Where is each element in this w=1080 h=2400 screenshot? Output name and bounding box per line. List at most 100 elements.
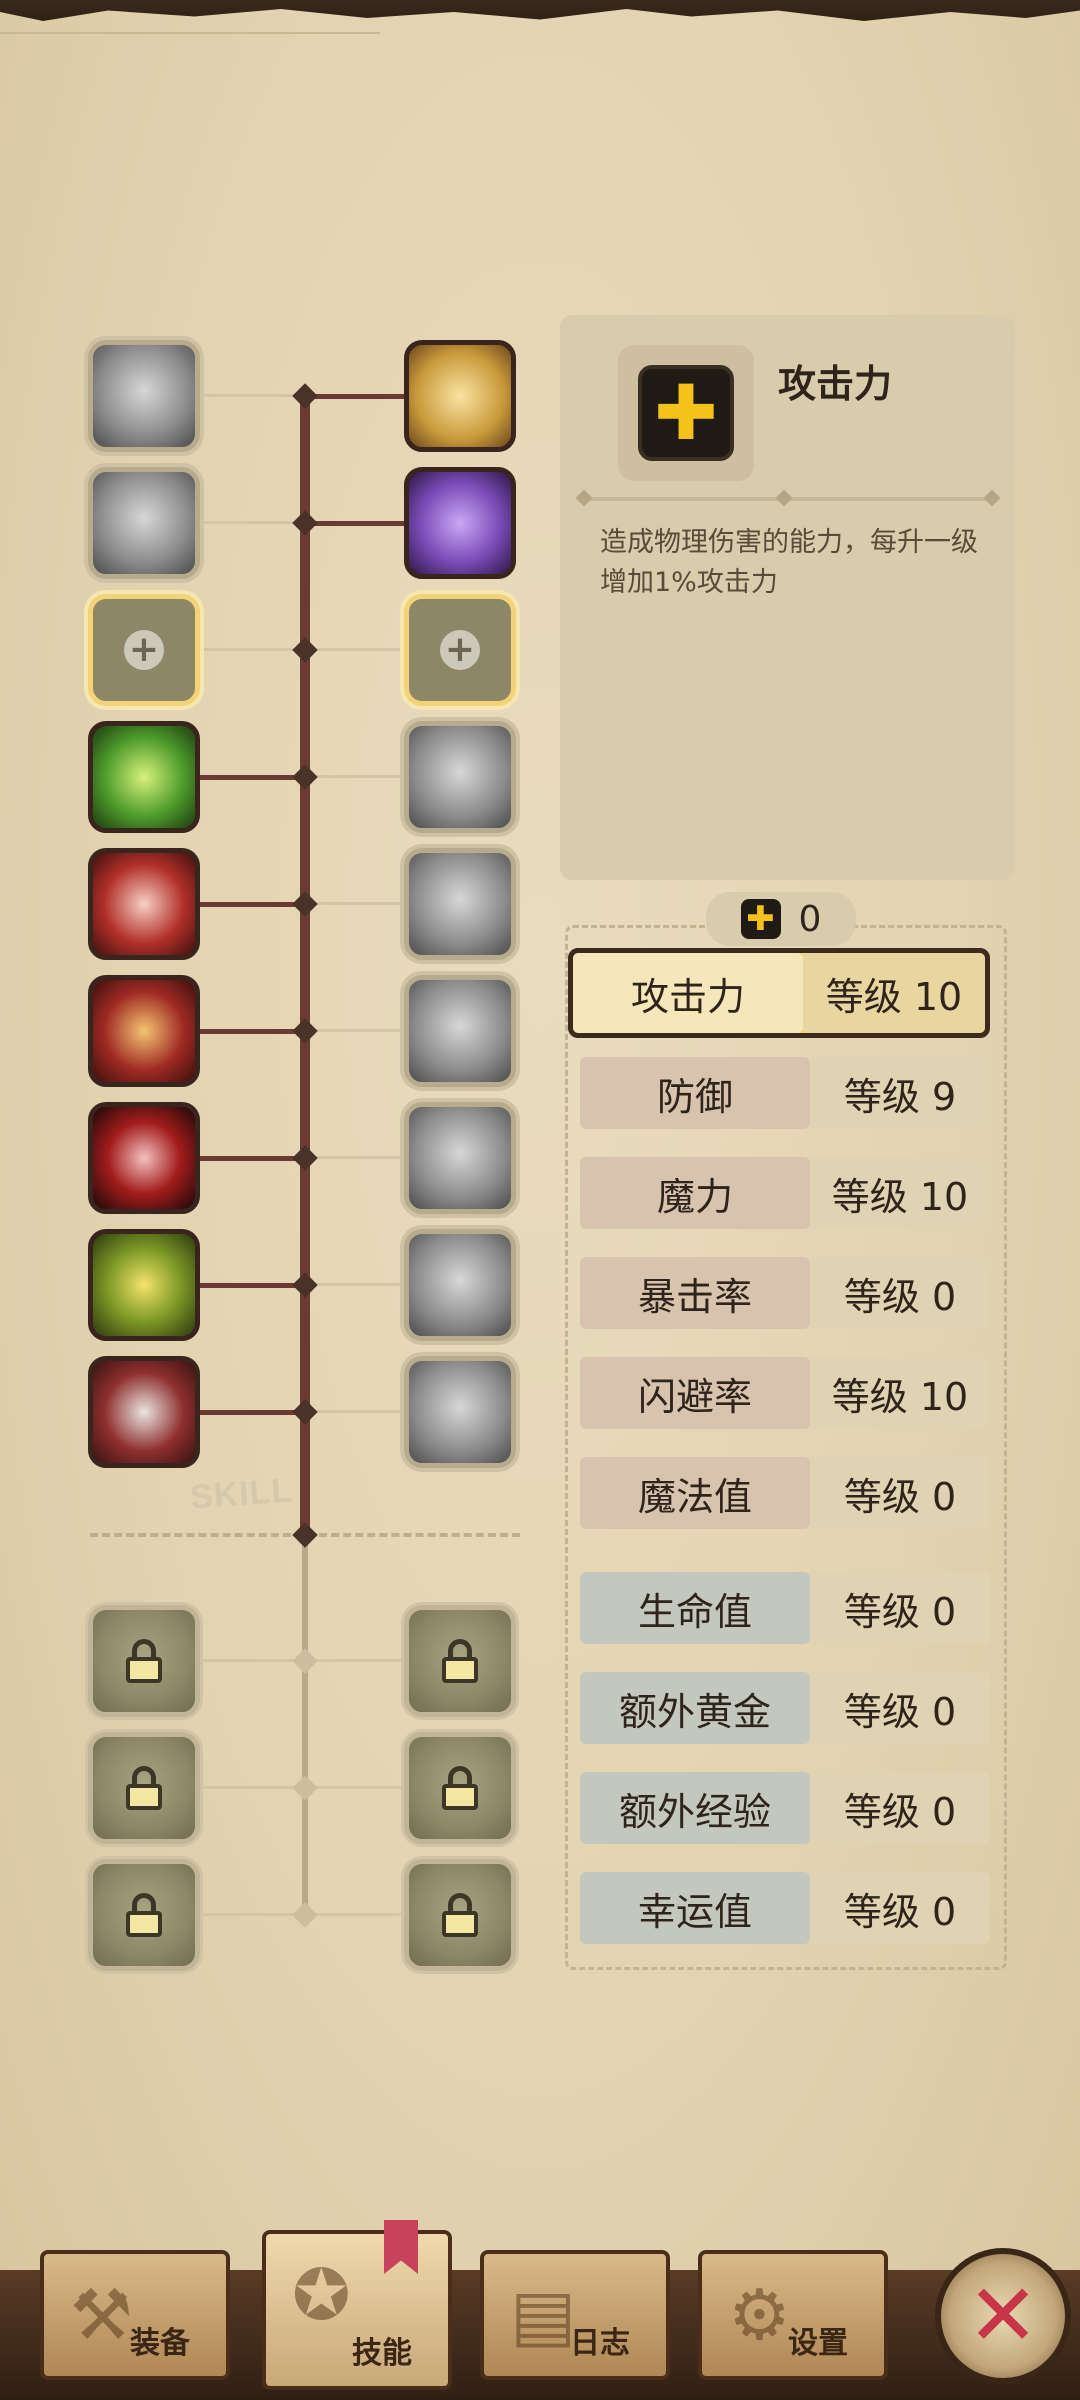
locked-eye-skill-icon[interactable] xyxy=(404,1732,516,1844)
skill-points-value: 0 xyxy=(798,898,822,940)
dark-blade-icon[interactable] xyxy=(404,467,516,579)
tab-settings-label: 设置 xyxy=(788,2326,848,2361)
tree-node xyxy=(292,1775,318,1801)
tree-branch xyxy=(305,902,404,905)
tree-node xyxy=(292,1018,318,1044)
locked-figure-skill-icon[interactable] xyxy=(404,1859,516,1971)
tree-branch xyxy=(305,1786,404,1789)
tree-node xyxy=(292,1902,318,1928)
stat-label: 暴击率 xyxy=(580,1257,810,1329)
tree-node xyxy=(292,1272,318,1298)
stat-level: 等级 0 xyxy=(810,1457,990,1529)
stat-row-0[interactable]: 生命值 等级 0 xyxy=(580,1570,990,1646)
tab-skills-label: 技能 xyxy=(352,2336,412,2371)
smoke-figure-icon[interactable] xyxy=(404,848,516,960)
cog-gear-icon[interactable] xyxy=(404,1229,516,1341)
tree-branch xyxy=(305,1156,404,1159)
boomerang-icon[interactable] xyxy=(404,1102,516,1214)
tree-node xyxy=(292,891,318,917)
tab-equipment[interactable]: ⚒ 装备 xyxy=(40,2250,230,2380)
stat-level: 等级 10 xyxy=(810,1157,990,1229)
skill-points-tab: ✚ 0 xyxy=(706,892,856,946)
tab-log-label: 日志 xyxy=(570,2326,630,2361)
stat-row-3[interactable]: 幸运值 等级 0 xyxy=(580,1870,990,1946)
stat-row-2[interactable]: 魔力 等级 10 xyxy=(580,1155,990,1231)
tree-branch xyxy=(305,521,404,526)
lightning-slash-icon[interactable] xyxy=(88,340,200,452)
stat-level: 等级 0 xyxy=(810,1672,990,1744)
tree-branch xyxy=(305,775,404,778)
stat-level: 等级 10 xyxy=(803,953,985,1033)
tab-log[interactable]: ▤ 日志 xyxy=(480,2250,670,2380)
lock-icon xyxy=(124,1893,164,1937)
info-description: 造成物理伤害的能力，每升一级增加1%攻击力 xyxy=(600,527,978,598)
stat-row-2[interactable]: 额外经验 等级 0 xyxy=(580,1770,990,1846)
skill-divider-label: SKILL xyxy=(188,1471,295,1517)
eye-icon[interactable] xyxy=(404,975,516,1087)
lock-icon xyxy=(124,1639,164,1683)
lock-icon xyxy=(440,1766,480,1810)
tree-branch xyxy=(305,1659,404,1662)
stat-level: 等级 0 xyxy=(810,1572,990,1644)
locked-eye-skill-icon[interactable] xyxy=(404,1605,516,1717)
tree-branch xyxy=(305,1283,404,1286)
flex-arm-icon[interactable] xyxy=(88,721,200,833)
tree-branch xyxy=(200,1786,305,1789)
rage-face-icon[interactable] xyxy=(88,848,200,960)
stat-row-3[interactable]: 暴击率 等级 0 xyxy=(580,1255,990,1331)
stat-label: 闪避率 xyxy=(580,1357,810,1429)
tree-node xyxy=(292,764,318,790)
lock-icon xyxy=(440,1639,480,1683)
tab-equipment-label: 装备 xyxy=(130,2326,190,2361)
dash-figure-icon[interactable] xyxy=(404,721,516,833)
tree-branch xyxy=(305,394,404,399)
tree-branch xyxy=(200,902,305,907)
skill-tree-rail xyxy=(300,395,310,1535)
info-separator xyxy=(575,489,1001,507)
kick-figure-icon[interactable] xyxy=(88,467,200,579)
sparkle-figure-icon[interactable] xyxy=(404,1356,516,1468)
close-button[interactable]: ✕ xyxy=(935,2248,1071,2384)
lightning-warrior-icon[interactable] xyxy=(88,1229,200,1341)
locked-figure-skill-icon[interactable] xyxy=(88,1859,200,1971)
holy-shield-icon[interactable] xyxy=(404,340,516,452)
stat-row-1[interactable]: 额外黄金 等级 0 xyxy=(580,1670,990,1746)
tree-node xyxy=(292,1145,318,1171)
tree-branch xyxy=(200,1410,305,1415)
close-icon: ✕ xyxy=(966,2266,1040,2366)
active-bookmark-icon xyxy=(384,2220,418,2274)
empty-slot-plus-icon[interactable]: + xyxy=(404,594,516,706)
tree-branch xyxy=(200,1659,305,1662)
tree-node xyxy=(292,1648,318,1674)
stat-label: 攻击力 xyxy=(573,953,803,1033)
info-icon-frame: ✚ xyxy=(618,345,754,481)
tree-branch xyxy=(200,394,305,397)
tab-settings[interactable]: ⚙ 设置 xyxy=(698,2250,888,2380)
stat-row-4[interactable]: 闪避率 等级 10 xyxy=(580,1355,990,1431)
axe-icon: ⚒ xyxy=(70,2274,133,2356)
sword-icon[interactable] xyxy=(88,1356,200,1468)
tree-branch xyxy=(200,1156,305,1161)
skill-point-icon: ✚ xyxy=(740,899,781,939)
empty-slot-plus-icon[interactable]: + xyxy=(88,594,200,706)
locked-tree-rail xyxy=(302,1535,308,1925)
ninja-icon[interactable] xyxy=(88,1102,200,1214)
tree-branch xyxy=(305,1913,404,1916)
stat-row-0[interactable]: 攻击力 等级 10 xyxy=(568,948,990,1038)
tree-node xyxy=(292,1522,318,1548)
tab-skills[interactable]: ✪ 技能 xyxy=(262,2220,452,2390)
stat-row-1[interactable]: 防御 等级 9 xyxy=(580,1055,990,1131)
stat-label: 额外经验 xyxy=(580,1772,810,1844)
plus-icon: + xyxy=(124,630,164,670)
stat-level: 等级 0 xyxy=(810,1257,990,1329)
dagger-icon[interactable] xyxy=(88,975,200,1087)
lock-icon xyxy=(124,1766,164,1810)
stat-label: 魔法值 xyxy=(580,1457,810,1529)
attack-plus-icon: ✚ xyxy=(638,365,734,461)
gear-icon: ⚙ xyxy=(728,2274,791,2356)
locked-skill-icon[interactable] xyxy=(88,1605,200,1717)
locked-horn-skill-icon[interactable] xyxy=(88,1732,200,1844)
stat-row-5[interactable]: 魔法值 等级 0 xyxy=(580,1455,990,1531)
tree-branch xyxy=(200,648,305,651)
tree-branch xyxy=(200,521,305,524)
